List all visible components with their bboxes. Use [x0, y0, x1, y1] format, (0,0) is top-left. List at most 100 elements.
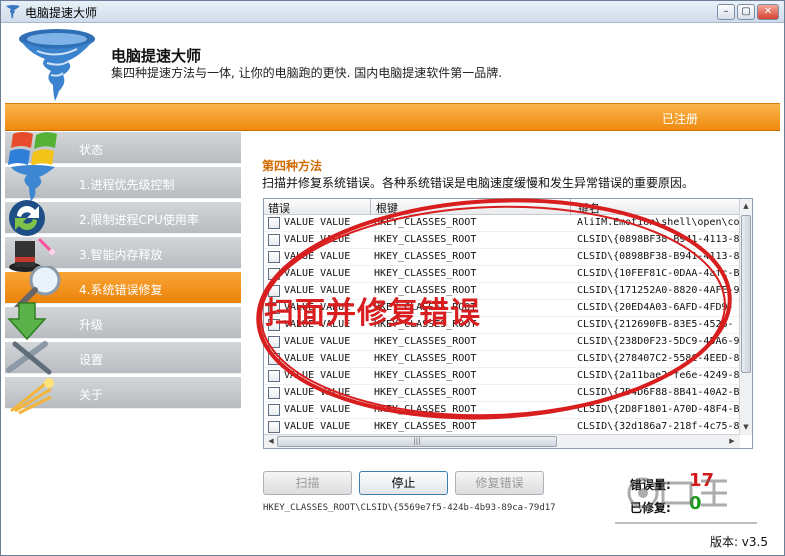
fix-errors-button[interactable]: 修复错误: [455, 471, 544, 495]
stop-button[interactable]: 停止: [359, 471, 448, 495]
scroll-left-icon[interactable]: ◀: [265, 435, 277, 448]
column-header-key[interactable]: 键名: [578, 200, 600, 216]
key-name-cell: CLSID\{171252A0-8820-4AFE-9: [577, 285, 740, 296]
sidebar-item-label: 状态: [79, 143, 104, 157]
row-checkbox[interactable]: [268, 217, 280, 229]
error-cell: VALUE VALUE: [284, 217, 351, 228]
key-name-cell: CLSID\{20ED4A03-6AFD-4FD9-: [577, 302, 734, 313]
scroll-thumb[interactable]: |||: [277, 436, 557, 447]
root-key-cell: HKEY_CLASSES_ROOT: [374, 217, 477, 228]
sidebar-item-label: 升级: [79, 318, 104, 332]
sidebar-item-label: 1.进程优先级控制: [79, 178, 175, 192]
row-checkbox[interactable]: [268, 387, 280, 399]
annotation-text: 扫面并修复错误: [264, 296, 481, 331]
root-key-cell: HKEY_CLASSES_ROOT: [374, 251, 477, 262]
table-row[interactable]: VALUE VALUE HKEY_CLASSES_ROOT CLSID\{0898B…: [264, 232, 740, 249]
root-key-cell: HKEY_CLASSES_ROOT: [374, 336, 477, 347]
table-row[interactable]: VALUE VALUE HKEY_CLASSES_ROOT CLSID\{27840…: [264, 351, 740, 368]
error-cell: VALUE VALUE: [284, 268, 351, 279]
row-checkbox[interactable]: [268, 268, 280, 280]
root-key-cell: HKEY_CLASSES_ROOT: [374, 387, 477, 398]
scroll-right-icon[interactable]: ▶: [726, 435, 738, 448]
row-checkbox[interactable]: [268, 336, 280, 348]
key-name-cell: CLSID\{0898BF38-B941-4113-8: [577, 251, 740, 262]
column-header-error[interactable]: 错误: [268, 200, 290, 216]
sidebar-item-process-priority[interactable]: 1.进程优先级控制: [5, 165, 241, 201]
column-header-root[interactable]: 根键: [376, 200, 398, 216]
sidebar-item-about[interactable]: 关于: [5, 377, 241, 415]
error-cell: VALUE VALUE: [284, 387, 351, 398]
row-checkbox[interactable]: [268, 353, 280, 365]
root-key-cell: HKEY_CLASSES_ROOT: [374, 370, 477, 381]
key-name-cell: CLSID\{2D8F1801-A70D-48F4-B: [577, 404, 740, 415]
row-checkbox[interactable]: [268, 251, 280, 263]
tornado-logo-icon: [19, 29, 95, 101]
table-row[interactable]: VALUE VALUE HKEY_CLASSES_ROOT CLSID\{2D4D6…: [264, 385, 740, 402]
key-name-cell: AliIM.Emotion\shell\open\co: [577, 217, 740, 228]
column-divider[interactable]: [370, 199, 371, 215]
app-window: 电脑提速大师 – ▢ ✕ 电脑提速大师 集四种提速方法与一体, 让你的电脑跑的更…: [0, 0, 785, 556]
sidebar-item-cpu-limit[interactable]: 2.限制进程CPU使用率: [5, 200, 241, 236]
key-name-cell: CLSID\{10FEF81C-0DAA-4afc-B: [577, 268, 740, 279]
watermark-logo: [615, 477, 757, 524]
error-cell: VALUE VALUE: [284, 234, 351, 245]
app-name: 电脑提速大师: [111, 47, 202, 65]
root-key-cell: HKEY_CLASSES_ROOT: [374, 353, 477, 364]
error-cell: VALUE VALUE: [284, 251, 351, 262]
table-row[interactable]: VALUE VALUE HKEY_CLASSES_ROOT CLSID\{2a11b…: [264, 368, 740, 385]
root-key-cell: HKEY_CLASSES_ROOT: [374, 268, 477, 279]
column-divider[interactable]: [570, 199, 571, 215]
table-row[interactable]: VALUE VALUE HKEY_CLASSES_ROOT AliIM.Emotio…: [264, 215, 740, 232]
vertical-scrollbar[interactable]: ▲ ▼: [739, 199, 752, 435]
table-row[interactable]: VALUE VALUE HKEY_CLASSES_ROOT CLSID\{2D8F1…: [264, 402, 740, 419]
app-header: 电脑提速大师 集四种提速方法与一体, 让你的电脑跑的更快. 国内电脑提速软件第一…: [1, 23, 784, 103]
table-row[interactable]: VALUE VALUE HKEY_CLASSES_ROOT CLSID\{0898B…: [264, 249, 740, 266]
root-key-cell: HKEY_CLASSES_ROOT: [374, 404, 477, 415]
row-checkbox[interactable]: [268, 421, 280, 433]
sidebar-item-upgrade[interactable]: 升级: [5, 302, 241, 341]
sidebar-item-settings[interactable]: 设置: [5, 341, 241, 375]
scroll-down-icon[interactable]: ▼: [740, 421, 752, 434]
section-title: 第四种方法: [262, 159, 323, 173]
table-row[interactable]: VALUE VALUE HKEY_CLASSES_ROOT CLSID\{10FEF…: [264, 266, 740, 283]
tornado-app-icon: [6, 5, 20, 19]
key-name-cell: CLSID\{278407C2-558C-4EED-8: [577, 353, 740, 364]
scan-button[interactable]: 扫描: [263, 471, 352, 495]
row-checkbox[interactable]: [268, 370, 280, 382]
sidebar-item-memory-release[interactable]: 3.智能内存释放: [5, 237, 241, 272]
sidebar-item-label: 设置: [79, 353, 104, 367]
sidebar-item-status[interactable]: 状态: [5, 132, 241, 166]
sidebar-item-label: 2.限制进程CPU使用率: [79, 213, 199, 227]
minimize-button[interactable]: –: [717, 4, 735, 20]
sidebar-item-label: 关于: [79, 388, 104, 402]
key-name-cell: CLSID\{2a11bae2-fe6e-4249-8: [577, 370, 740, 381]
title-bar[interactable]: 电脑提速大师 – ▢ ✕: [1, 1, 784, 23]
key-name-cell: CLSID\{32d186a7-218f-4c75-8: [577, 421, 740, 432]
key-name-cell: CLSID\{212690FB-83E5-4526-: [577, 319, 734, 330]
sidebar: 状态 1.进程优先级控制 2.限制进程CPU使用率 3.智能内存释放 4.系统错…: [5, 132, 242, 542]
sidebar-item-system-repair[interactable]: 4.系统错误修复: [5, 266, 241, 310]
error-cell: VALUE VALUE: [284, 421, 351, 432]
close-button[interactable]: ✕: [757, 4, 779, 20]
error-cell: VALUE VALUE: [284, 353, 351, 364]
info-icon: [10, 378, 54, 415]
sidebar-item-label: 4.系统错误修复: [79, 283, 163, 297]
current-scan-path: HKEY_CLASSES_ROOT\CLSID\{5569e7f5-424b-4…: [263, 503, 556, 513]
error-cell: VALUE VALUE: [284, 336, 351, 347]
error-cell: VALUE VALUE: [284, 370, 351, 381]
key-name-cell: CLSID\{0898BF38-B941-4113-8: [577, 234, 740, 245]
sidebar-item-label: 3.智能内存释放: [79, 248, 163, 262]
row-checkbox[interactable]: [268, 234, 280, 246]
horizontal-scrollbar[interactable]: ◀ ||| ▶: [264, 434, 740, 448]
row-checkbox[interactable]: [268, 404, 280, 416]
table-header: 错误 根键 键名: [264, 199, 740, 215]
scroll-up-icon[interactable]: ▲: [740, 200, 752, 213]
table-row[interactable]: VALUE VALUE HKEY_CLASSES_ROOT CLSID\{238D0…: [264, 334, 740, 351]
maximize-button[interactable]: ▢: [737, 4, 755, 20]
key-name-cell: CLSID\{238D0F23-5DC9-45A6-9: [577, 336, 740, 347]
error-cell: VALUE VALUE: [284, 404, 351, 415]
root-key-cell: HKEY_CLASSES_ROOT: [374, 234, 477, 245]
scroll-thumb[interactable]: [741, 215, 751, 373]
root-key-cell: HKEY_CLASSES_ROOT: [374, 421, 477, 432]
window-title: 电脑提速大师: [25, 6, 98, 20]
